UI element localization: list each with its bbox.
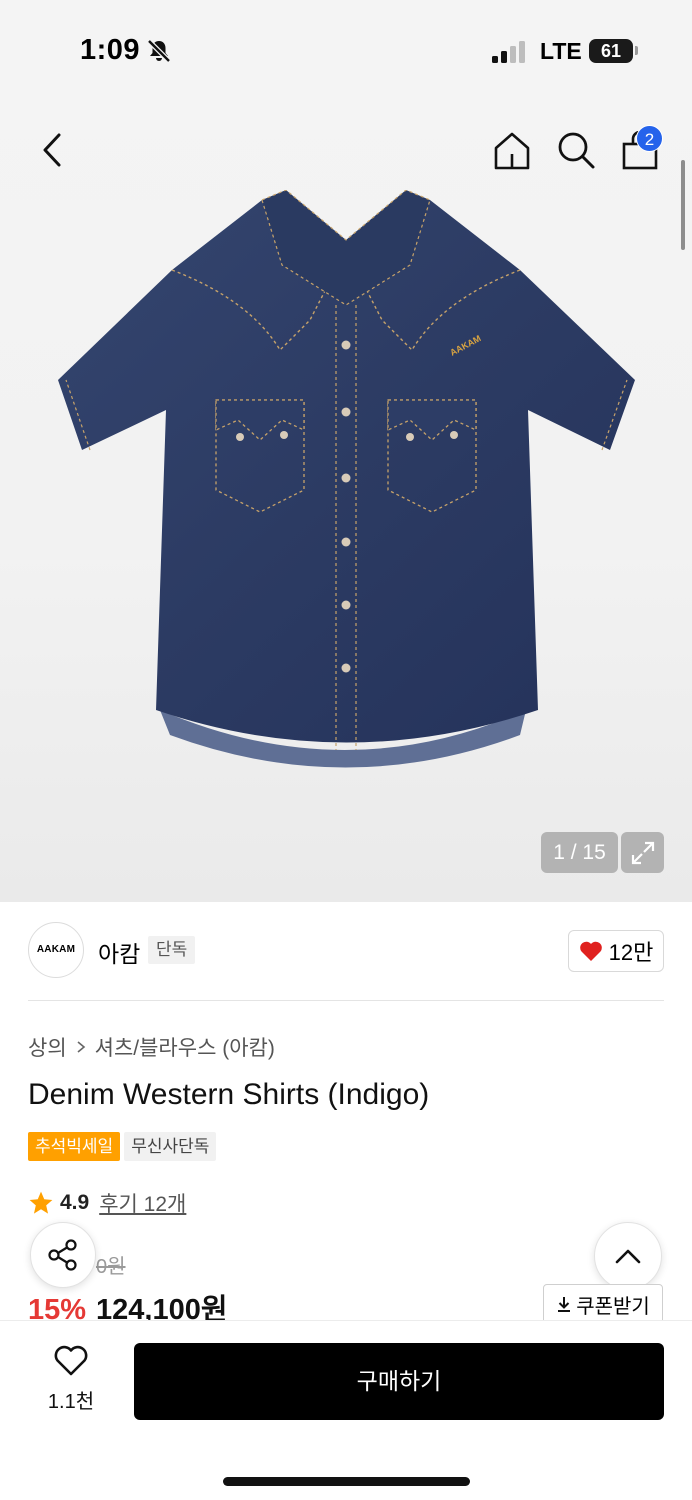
review-link[interactable]: 후기 12개 [99,1188,186,1218]
brand-name[interactable]: 아캄 [98,935,140,969]
bottom-purchase-bar: 1.1천 구매하기 [0,1320,692,1500]
signal-icon [492,40,528,69]
coupon-button[interactable]: 쿠폰받기 [543,1284,663,1324]
download-icon [558,1297,571,1312]
share-button[interactable] [30,1222,96,1288]
battery-nub [635,46,638,55]
carrier-label: LTE [540,38,582,64]
product-image[interactable]: AAKAM [50,189,642,780]
heart-outline-icon [54,1345,88,1376]
wishlist-button[interactable]: 1.1천 [36,1345,106,1415]
top-nav [0,120,692,180]
product-hero: 1:09 LTE 61 2 AAKAM 1 / 15 [0,0,692,902]
home-indicator [223,1477,470,1486]
chevron-right-icon [77,1041,85,1053]
breadcrumb: 상의 셔츠/블라우스 (아캄) [28,1032,275,1062]
wishlist-count: 1.1천 [47,1391,95,1413]
exclusive-badge: 단독 [148,936,196,964]
rating-row: 4.9 후기 12개 [28,1188,186,1218]
battery-indicator: 61 [589,39,633,63]
image-pager: 1 / 15 [541,832,618,873]
search-icon [558,132,595,169]
home-button[interactable] [490,128,534,172]
search-button[interactable] [554,128,598,172]
buy-button[interactable]: 구매하기 [134,1343,664,1420]
sale-event-badge: 추석빅세일 [28,1132,121,1161]
scroll-top-button[interactable] [594,1222,662,1290]
exclusive-store-badge: 무신사단독 [124,1132,217,1161]
status-bar: 1:09 LTE 61 [0,0,692,100]
bell-slash-icon [146,38,172,69]
cart-count-badge: 2 [636,125,663,152]
chevron-up-icon [615,1249,641,1264]
original-price: 0원 [96,1256,126,1278]
status-time: 1:09 [80,34,141,66]
heart-filled-icon [579,941,602,961]
brand-logo[interactable]: AAKAM [28,922,84,978]
scrollbar[interactable] [681,160,685,250]
rating-value: 4.9 [60,1191,90,1214]
product-tags: 추석빅세일 무신사단독 [28,1132,217,1161]
back-button[interactable] [34,130,70,170]
home-icon [494,132,530,170]
brand-like-count: 12만 [608,940,654,965]
share-icon [48,1239,77,1271]
divider [28,1000,664,1001]
breadcrumb-item[interactable]: 셔츠/블라우스 (아캄) [95,1032,275,1062]
star-icon [29,1191,53,1214]
denim-shirt-image: AAKAM [58,189,635,768]
brand-row: AAKAM 아캄 단독 12만 [28,922,664,980]
coupon-label: 쿠폰받기 [576,1295,650,1318]
brand-like-button[interactable]: 12만 [568,930,664,972]
product-title: Denim Western Shirts (Indigo) [28,1078,430,1111]
chevron-left-icon [43,133,61,167]
expand-button[interactable] [621,832,664,873]
breadcrumb-item[interactable]: 상의 [28,1032,67,1062]
expand-icon [631,841,654,864]
